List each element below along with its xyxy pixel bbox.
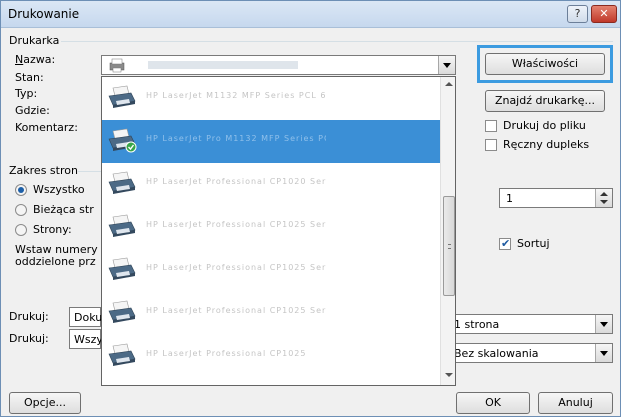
collate-label[interactable]: Sortuj xyxy=(517,237,550,250)
printer-list-item[interactable]: HP LaserJet Professional CP1025 Series xyxy=(102,206,440,249)
spinner-arrows-icon[interactable] xyxy=(595,189,612,207)
range-current-label[interactable]: Bieżąca str xyxy=(33,203,94,216)
range-all-radio[interactable] xyxy=(15,184,27,196)
printer-icon xyxy=(108,171,136,194)
printer-list-item[interactable]: HP LaserJet M1132 MFP Series PCL 6 xyxy=(102,77,440,120)
printer-fax-icon xyxy=(109,58,125,73)
printer-default-icon xyxy=(108,128,137,153)
type-label: Typ: xyxy=(15,87,38,100)
help-button[interactable]: ? xyxy=(567,5,588,23)
chevron-down-icon[interactable] xyxy=(595,344,612,362)
printer-list-item[interactable]: HP LaserJet Professional CP1025 Series P… xyxy=(102,378,440,386)
pages-per-sheet-combo[interactable]: 1 strona xyxy=(447,314,613,334)
printer-list-item-name: HP LaserJet M1132 MFP Series PCL 6 xyxy=(146,91,326,100)
printer-list-item[interactable]: HP LaserJet Professional CP1025 Series P… xyxy=(102,249,440,292)
print-to-file-label[interactable]: Drukuj do pliku xyxy=(503,119,586,132)
manual-duplex-label[interactable]: Ręczny dupleks xyxy=(503,138,589,151)
grip-icon xyxy=(448,244,451,249)
range-group-label: Zakres stron xyxy=(9,164,78,177)
printer-name-combo[interactable] xyxy=(101,55,456,75)
printer-dropdown-list[interactable]: HP LaserJet M1132 MFP Series PCL 6 HP Las… xyxy=(101,76,456,386)
printer-icon xyxy=(107,385,137,386)
collate-checkbox[interactable] xyxy=(499,237,511,250)
options-button[interactable]: Opcje... xyxy=(9,392,81,414)
printer-icon xyxy=(108,214,136,237)
range-hint-line2: oddzielone prz xyxy=(15,255,96,268)
printer-list-item-name: HP LaserJet Professional CP1025 Series P… xyxy=(146,263,326,272)
printer-list-item-name: HP LaserJet Pro M1132 MFP Series PCL 6 xyxy=(146,134,326,143)
copies-value: 1 xyxy=(506,192,513,205)
range-pages-label[interactable]: Strony: xyxy=(33,223,72,236)
chevron-down-icon[interactable] xyxy=(595,315,612,333)
printer-list-item-name: HP LaserJet Professional CP1025 Series xyxy=(146,306,326,315)
printer-group-label: Drukarka xyxy=(9,34,60,47)
printer-list-item[interactable]: HP LaserJet Pro M1132 MFP Series PCL 6 xyxy=(102,120,440,163)
print-which-combo[interactable]: Wszy xyxy=(69,329,103,349)
printer-list-item[interactable]: HP LaserJet Professional CP1025 xyxy=(102,335,440,378)
printer-list-item[interactable]: HP LaserJet Professional CP1025 Series xyxy=(102,292,440,335)
chevron-down-icon[interactable] xyxy=(438,56,455,74)
scroll-up-icon[interactable] xyxy=(445,82,453,86)
range-pages-radio[interactable] xyxy=(15,224,27,236)
printer-list-item-name: HP LaserJet Professional CP1025 Series xyxy=(146,220,326,229)
print-which-label: Drukuj: xyxy=(9,332,49,345)
printer-icon xyxy=(108,343,136,366)
printer-list-item[interactable]: HP LaserJet Professional CP1020 Series P… xyxy=(102,163,440,206)
find-printer-button[interactable]: Znajdź drukarkę... xyxy=(485,90,605,112)
printer-list-item-name: HP LaserJet Professional CP1020 Series P… xyxy=(146,177,326,186)
where-label: Gdzie: xyxy=(15,104,50,117)
scroll-down-icon[interactable] xyxy=(445,373,453,377)
copies-spinner[interactable]: 1 xyxy=(499,188,613,208)
printer-fax-icon xyxy=(108,85,136,108)
comment-label: Komentarz: xyxy=(15,121,78,134)
printer-list-item-name: HP LaserJet Professional CP1025 xyxy=(146,349,307,358)
pages-per-sheet-value: 1 strona xyxy=(454,318,500,331)
dropdown-scrollbar[interactable] xyxy=(440,77,455,385)
status-label: Stan: xyxy=(15,71,44,84)
scale-to-paper-value: Bez skalowania xyxy=(454,347,539,360)
title-bar: Drukowanie ? ✕ xyxy=(1,1,620,28)
cancel-button[interactable]: Anuluj xyxy=(538,392,613,414)
range-group-divider xyxy=(78,171,101,172)
scrollbar-thumb[interactable] xyxy=(443,196,455,296)
range-current-radio[interactable] xyxy=(15,204,27,216)
ok-button[interactable]: OK xyxy=(456,392,530,414)
printer-icon xyxy=(108,257,136,280)
print-what-combo[interactable]: Doku xyxy=(69,307,103,327)
printer-group-divider xyxy=(61,41,613,42)
print-to-file-checkbox[interactable] xyxy=(485,120,497,132)
range-all-label[interactable]: Wszystko xyxy=(33,183,85,196)
print-what-value: Doku xyxy=(74,311,103,324)
printer-icon xyxy=(108,300,136,323)
close-button[interactable]: ✕ xyxy=(591,5,617,23)
manual-duplex-checkbox[interactable] xyxy=(485,139,497,151)
window-title: Drukowanie xyxy=(8,7,80,21)
name-label: Nazwa: xyxy=(15,53,56,66)
properties-button[interactable]: Właściwości xyxy=(485,53,605,75)
print-which-value: Wszy xyxy=(74,333,103,346)
printer-name-value xyxy=(148,61,298,69)
scale-to-paper-combo[interactable]: Bez skalowania xyxy=(447,343,613,363)
print-what-label: Drukuj: xyxy=(9,310,49,323)
print-dialog: Drukowanie ? ✕ Drukarka Nazwa: Stan: Typ… xyxy=(0,0,621,417)
